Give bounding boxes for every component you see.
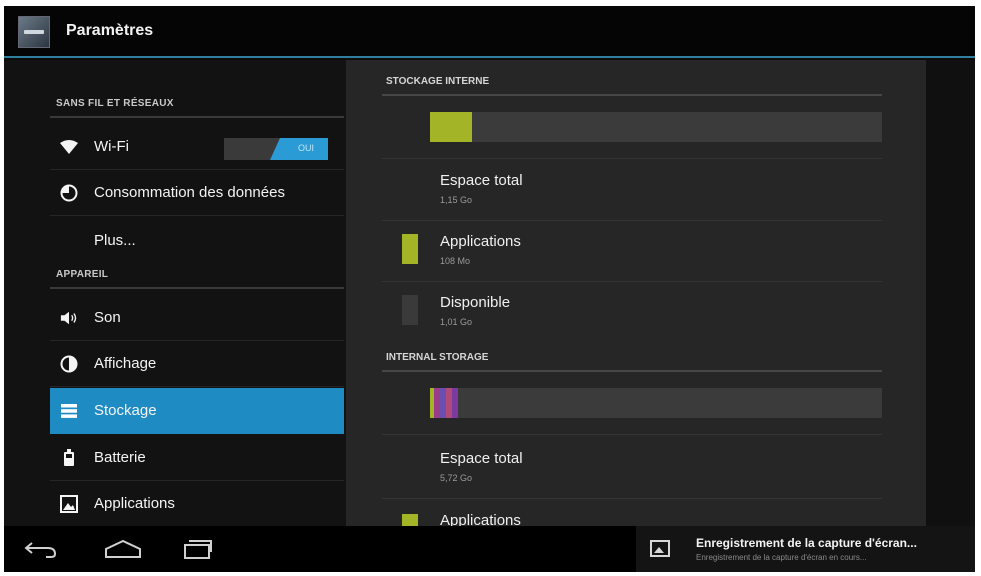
data-usage-icon [60, 184, 78, 202]
settings-item-label: Stockage [94, 402, 157, 419]
usage-bar-apps-segment [430, 112, 472, 142]
storage-item-title: Espace total [440, 172, 523, 189]
storage-item-title: Disponible [440, 294, 511, 311]
settings-item-more[interactable]: Plus... [50, 218, 344, 264]
settings-item-battery[interactable]: Batterie [50, 435, 344, 481]
page-title: Paramètres [66, 22, 154, 39]
settings-app-icon[interactable] [18, 16, 50, 48]
brightness-icon [60, 355, 78, 373]
divider [382, 220, 882, 221]
toggle-label: OUI [297, 143, 314, 153]
settings-item-wifi[interactable]: Wi-Fi OUI [50, 124, 344, 170]
section-divider [382, 370, 882, 372]
settings-item-label: Batterie [94, 449, 146, 466]
navigation-bar: Enregistrement de la capture d'écran... … [4, 526, 975, 572]
storage-item-value: 1,15 Go [440, 195, 473, 205]
home-icon[interactable] [98, 534, 148, 564]
wifi-toggle[interactable]: OUI [224, 138, 328, 160]
storage-item-title: Espace total [440, 450, 523, 467]
section-divider [382, 94, 882, 96]
section-header-device: APPAREIL [56, 269, 109, 280]
settings-list: SANS FIL ET RÉSEAUX Wi-Fi OUI Consommati… [4, 60, 346, 526]
section-divider [50, 116, 344, 118]
divider [382, 498, 882, 499]
storage-usage-bar [430, 388, 882, 418]
settings-item-label: Applications [94, 495, 175, 512]
storage-item-value: 5,72 Go [440, 473, 473, 483]
settings-item-label: Son [94, 309, 121, 326]
speaker-icon [60, 309, 78, 327]
notification-title: Enregistrement de la capture d'écran... [696, 536, 917, 550]
settings-item-label: Plus... [94, 232, 136, 249]
settings-item-sound[interactable]: Son [50, 295, 344, 341]
settings-item-data-usage[interactable]: Consommation des données [50, 170, 344, 216]
settings-item-label: Affichage [94, 355, 157, 372]
screenshot-notification[interactable]: Enregistrement de la capture d'écran... … [636, 526, 975, 572]
free-color-swatch [402, 295, 418, 325]
apps-color-swatch [402, 514, 418, 526]
settings-item-display[interactable]: Affichage [50, 341, 344, 387]
screen: Paramètres SANS FIL ET RÉSEAUX Wi-Fi OUI… [4, 6, 975, 572]
storage-item-title: Applications [440, 233, 521, 250]
storage-item-value: 108 Mo [440, 256, 471, 266]
storage-section-header: STOCKAGE INTERNE [386, 76, 490, 87]
storage-section-header: INTERNAL STORAGE [386, 352, 489, 363]
storage-details: STOCKAGE INTERNE Espace total 1,15 Go Ap… [346, 60, 926, 526]
settings-item-apps[interactable]: Applications [50, 481, 344, 527]
notification-subtitle: Enregistrement de la capture d'écran en … [696, 553, 867, 562]
section-header-wireless: SANS FIL ET RÉSEAUX [56, 98, 174, 109]
apps-color-swatch [402, 234, 418, 264]
settings-item-label: Wi-Fi [94, 138, 129, 155]
battery-icon [60, 449, 78, 467]
settings-item-storage[interactable]: Stockage [50, 388, 344, 434]
storage-item-value: 1,01 Go [440, 317, 473, 327]
back-icon[interactable] [16, 534, 66, 564]
storage-usage-bar [430, 112, 882, 142]
pane-edge [926, 60, 975, 526]
recent-apps-icon[interactable] [174, 534, 224, 564]
storage-item-title: Applications [440, 512, 521, 526]
image-icon [650, 540, 670, 557]
wifi-icon [60, 138, 78, 156]
apps-icon [60, 495, 78, 513]
usage-bar-segment [452, 388, 458, 418]
action-bar: Paramètres [4, 6, 975, 58]
divider [382, 158, 882, 159]
divider [382, 281, 882, 282]
divider [382, 434, 882, 435]
settings-item-label: Consommation des données [94, 184, 285, 201]
section-divider [50, 287, 344, 289]
storage-icon [60, 402, 78, 420]
